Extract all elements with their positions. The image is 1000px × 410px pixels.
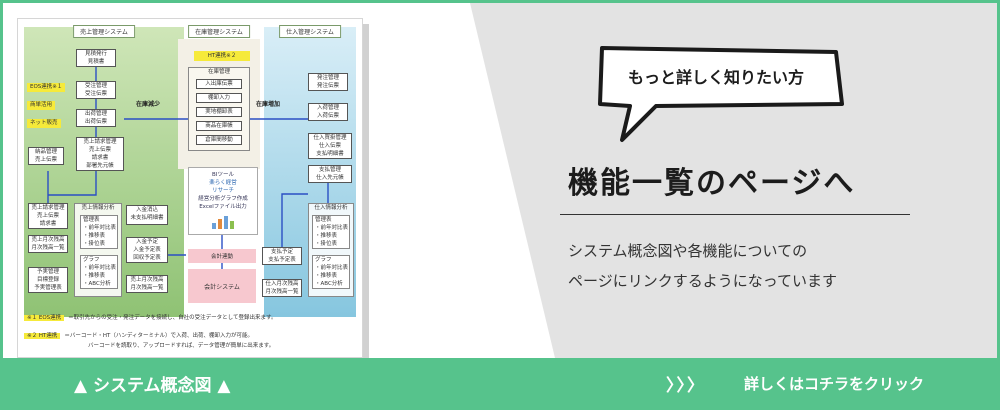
system-diagram-label: ▲ システム概念図 ▲ [74,376,231,396]
bubble-text: もっと詳しく知りたい方 [627,68,804,87]
divider [560,214,910,215]
description: システム概念図や各機能についての ページにリンクするようになっています [568,236,837,296]
click-here-link[interactable]: 詳しくはコチラをクリック [744,373,924,394]
note-ht: ※２ HT連携 ＝バーコード・HT（ハンディターミナル）で入荷、出荷、棚卸入力が可… [24,331,253,339]
note-eos: ※１ EOS連携 ＝取引先からの受注・発注データを接続し、自社の受注データとして登… [24,313,276,321]
description-line-2: ページにリンクするようになっています [568,272,837,290]
triple-chevron-icon: 〉〉〉 [666,376,706,396]
system-concept-diagram[interactable]: 売上管理システム 在庫管理システム 仕入管理システム 見積発行 見積書 受注管理… [17,18,363,358]
note-eos-label: ※１ EOS連携 [24,315,65,321]
bottom-bar[interactable]: ▲ システム概念図 ▲ 〉〉〉 詳しくはコチラをクリック [0,358,1000,410]
page-title[interactable]: 機能一覧のページへ [568,158,855,202]
speech-bubble-shape [598,46,844,142]
note-eos-text: ＝取引先からの受注・発注データを接続し、自社の受注データとして登録出来ます。 [68,315,277,321]
diagram-arrows [47,67,329,269]
note-ht-2: バーコードを読取り、アップロードすれば、データ管理が簡単に出来ます。 [88,343,275,349]
note-ht-label: ※２ HT連携 [24,333,61,339]
description-line-1: システム概念図や各機能についての [568,242,808,260]
speech-bubble: もっと詳しく知りたい方 [596,42,852,152]
note-ht-text: ＝バーコード・HT（ハンディターミナル）で入荷、出荷、棚卸入力が可能。 [64,333,253,339]
